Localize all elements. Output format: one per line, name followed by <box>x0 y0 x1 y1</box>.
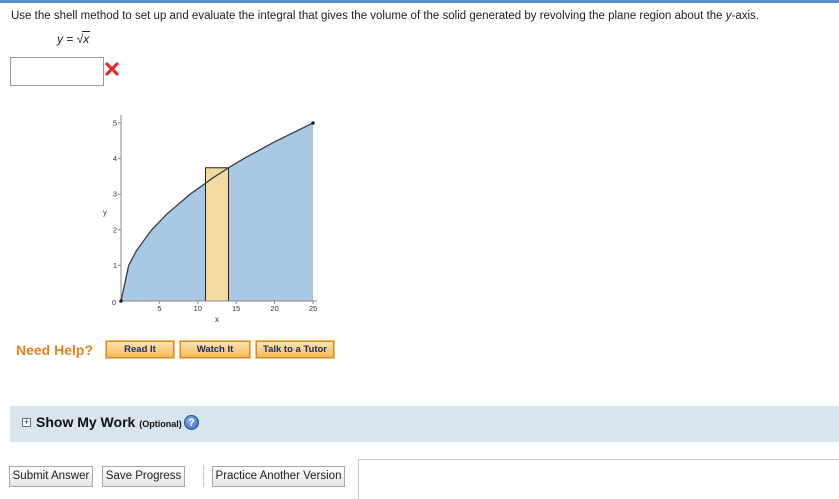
show-my-work-title[interactable]: Show My Work (Optional) <box>36 414 182 430</box>
question-text-main: Use the shell method to set up and evalu… <box>11 10 726 22</box>
optional-label: (Optional) <box>139 419 182 429</box>
shell-rectangle <box>204 167 230 302</box>
y-tick-label: 1 <box>113 261 117 270</box>
show-my-work-label: Show My Work <box>36 414 136 430</box>
button-divider <box>203 465 204 487</box>
x-tick-label: 10 <box>194 304 202 313</box>
x-tick-label: 20 <box>270 304 278 313</box>
x-tick-label: 25 <box>309 304 317 313</box>
equation-lhs: y <box>57 32 63 46</box>
y-tick-label: 2 <box>113 225 117 234</box>
talk-to-tutor-button[interactable]: Talk to a Tutor <box>255 340 335 359</box>
question-text-end: -axis. <box>731 10 759 22</box>
x-tick-label: 15 <box>232 304 240 313</box>
answer-input[interactable] <box>10 57 104 86</box>
panel-edge <box>358 459 839 460</box>
y-axis-label: y <box>103 208 107 217</box>
x-axis-label: x <box>215 315 219 324</box>
y-tick-label: 4 <box>113 154 117 163</box>
x-tick-label: 5 <box>157 304 161 313</box>
equation: y = √x <box>57 31 91 46</box>
curve-start-point <box>119 299 123 303</box>
equation-equals: = <box>66 32 74 46</box>
curve-end-point <box>311 121 315 125</box>
submit-answer-button[interactable]: Submit Answer <box>9 466 93 487</box>
save-progress-button[interactable]: Save Progress <box>102 466 185 487</box>
equation-radicand: x <box>82 31 91 46</box>
question-mark-icon[interactable]: ? <box>184 415 199 430</box>
need-help-label: Need Help? <box>16 342 94 358</box>
panel-edge-left <box>358 459 359 499</box>
watch-it-button[interactable]: Watch It <box>179 340 251 359</box>
shell-method-graph: 5 10 15 20 25 1 2 3 4 5 0 x y <box>103 115 317 324</box>
top-border <box>0 0 839 3</box>
y-tick-label: 5 <box>113 119 117 128</box>
read-it-button[interactable]: Read It <box>105 340 175 359</box>
y-tick-label: 3 <box>113 190 117 199</box>
origin-label: 0 <box>112 298 116 307</box>
red-x-icon <box>105 62 119 76</box>
question-text: Use the shell method to set up and evalu… <box>11 10 759 22</box>
practice-another-version-button[interactable]: Practice Another Version <box>212 466 345 487</box>
plus-box-icon[interactable]: + <box>22 418 31 427</box>
